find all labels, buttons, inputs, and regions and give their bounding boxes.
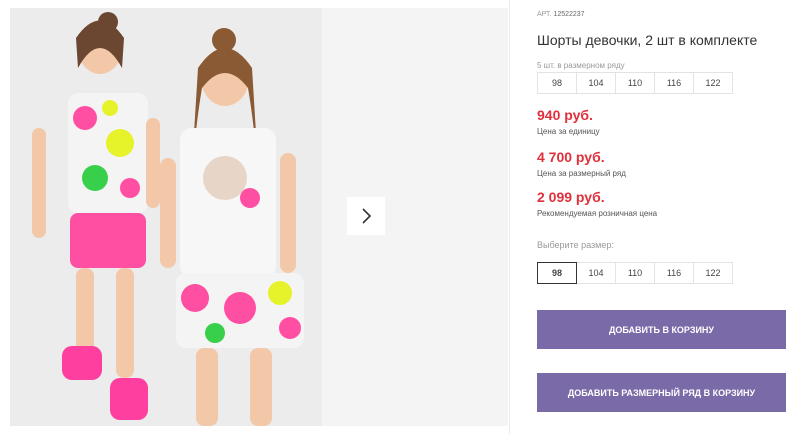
choose-size-label: Выберите размер:	[537, 240, 614, 250]
next-image-button[interactable]	[347, 197, 385, 235]
size-row-label: 5 шт. в размерном ряду	[537, 61, 625, 70]
retail-price-label: Рекомендуемая розничная цена	[537, 209, 658, 218]
size-option-116[interactable]: 116	[654, 262, 694, 284]
size-row-item: 122	[693, 72, 733, 94]
size-option-104[interactable]: 104	[576, 262, 616, 284]
article-number: АРТ. 12522237	[537, 11, 585, 18]
article-value: 12522237	[553, 11, 585, 18]
article-label: АРТ.	[537, 11, 552, 18]
add-to-cart-button[interactable]: ДОБАВИТЬ В КОРЗИНУ	[537, 310, 786, 349]
size-row-item: 98	[537, 72, 577, 94]
size-option-110[interactable]: 110	[615, 262, 655, 284]
unit-price-label: Цена за единицу	[537, 127, 600, 136]
unit-price: 940 руб.	[537, 107, 593, 123]
size-row-list: 98 104 110 116 122	[537, 72, 733, 94]
row-price: 4 700 руб.	[537, 149, 605, 165]
row-price-label: Цена за размерный ряд	[537, 169, 626, 178]
retail-price: 2 099 руб.	[537, 189, 605, 205]
size-option-98[interactable]: 98	[537, 262, 577, 284]
product-photo-illustration	[10, 8, 322, 426]
size-row-item: 104	[576, 72, 616, 94]
column-divider	[509, 0, 510, 434]
size-row-item: 110	[615, 72, 655, 94]
size-option-122[interactable]: 122	[693, 262, 733, 284]
size-row-item: 116	[654, 72, 694, 94]
chevron-right-icon	[362, 208, 372, 224]
add-size-row-to-cart-button[interactable]: ДОБАВИТЬ РАЗМЕРНЫЙ РЯД В КОРЗИНУ	[537, 373, 786, 412]
product-title: Шорты девочки, 2 шт в комплекте	[537, 32, 758, 48]
size-picker: 98 104 110 116 122	[537, 262, 733, 284]
product-photo[interactable]	[10, 8, 322, 426]
